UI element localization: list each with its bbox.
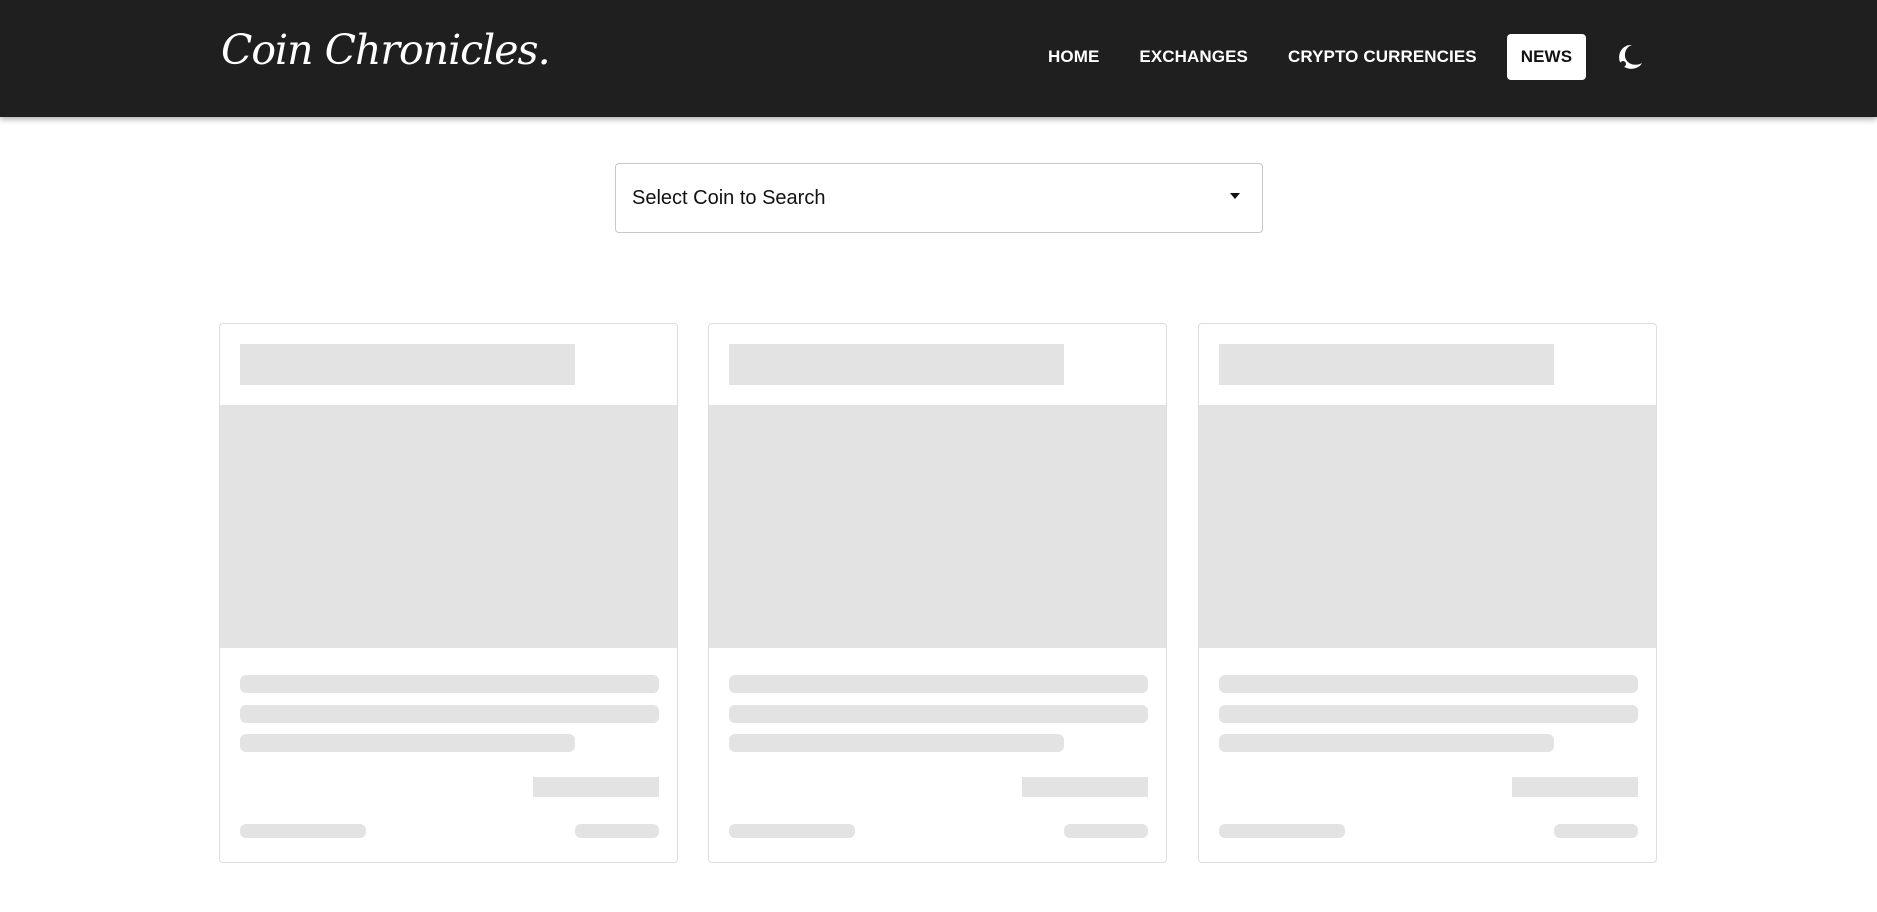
skeleton-date [1512, 777, 1638, 797]
skeleton-text-line [1219, 675, 1638, 693]
news-card-skeleton [1198, 323, 1657, 863]
skeleton-time [575, 824, 659, 838]
nav-crypto-currencies[interactable]: CRYPTO CURRENCIES [1274, 34, 1491, 80]
news-card-skeleton [219, 323, 678, 863]
skeleton-date [1022, 777, 1148, 797]
skeleton-text-line [1219, 734, 1554, 752]
skeleton-image [709, 405, 1166, 648]
coin-search-placeholder: Select Coin to Search [632, 186, 826, 209]
nav-home[interactable]: HOME [1034, 34, 1113, 80]
skeleton-date [533, 777, 659, 797]
caret-down-icon [1230, 193, 1240, 199]
skeleton-title [1219, 344, 1554, 385]
skeleton-text-line [1219, 705, 1638, 723]
site-logo[interactable]: Coin Chronicles. [221, 26, 551, 74]
skeleton-source [1219, 824, 1345, 838]
skeleton-title [240, 344, 575, 385]
skeleton-text-line [729, 675, 1148, 693]
nav-exchanges[interactable]: EXCHANGES [1125, 34, 1262, 80]
main-nav: HOME EXCHANGES CRYPTO CURRENCIES NEWS [1034, 34, 1587, 80]
skeleton-time [1064, 824, 1148, 838]
top-navbar: Coin Chronicles. HOME EXCHANGES CRYPTO C… [0, 0, 1877, 117]
nav-news[interactable]: NEWS [1506, 34, 1587, 80]
news-card-skeleton [708, 323, 1167, 863]
skeleton-source [240, 824, 366, 838]
coin-search-select[interactable]: Select Coin to Search [615, 163, 1263, 233]
skeleton-text-line [729, 734, 1064, 752]
skeleton-image [1199, 405, 1656, 648]
skeleton-text-line [240, 734, 575, 752]
skeleton-source [729, 824, 855, 838]
skeleton-text-line [240, 705, 659, 723]
skeleton-time [1554, 824, 1638, 838]
moon-icon[interactable] [1615, 42, 1645, 72]
skeleton-title [729, 344, 1064, 385]
skeleton-text-line [729, 705, 1148, 723]
skeleton-text-line [240, 675, 659, 693]
skeleton-image [220, 405, 677, 648]
